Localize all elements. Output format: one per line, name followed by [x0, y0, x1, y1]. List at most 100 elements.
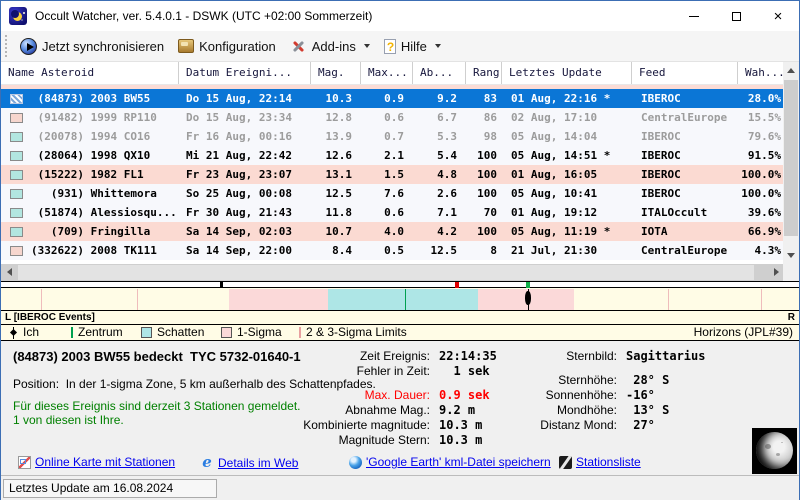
cell-ab: 12.5: [430, 244, 458, 257]
cell-feed: IBEROC: [641, 92, 681, 105]
table-row[interactable]: (332622) 2008 TK111 Sa 14 Sep, 22:00 8.4…: [1, 241, 785, 260]
minimize-button[interactable]: [673, 1, 715, 31]
vertical-scroll-thumb[interactable]: [784, 80, 798, 236]
cell-asteroid: (15222) 1982 FL1: [31, 168, 144, 181]
scroll-right-icon[interactable]: [774, 268, 779, 276]
cell-marker: [1, 203, 31, 222]
occult-watcher-window: Occult Watcher, ver. 5.4.0.1 - DSWK (UTC…: [0, 0, 800, 500]
col-header-ab[interactable]: Ab...: [413, 62, 466, 84]
cell-ab: 9.2: [437, 92, 457, 105]
addins-menu-button[interactable]: Add-ins: [283, 33, 377, 59]
sigma-limit-line: [668, 289, 669, 310]
sigma-swatch-icon: [221, 327, 232, 338]
col-header-rang[interactable]: Rang: [466, 62, 502, 84]
station-list-link[interactable]: Stationsliste: [559, 455, 641, 469]
field-value: 10.3 m: [439, 433, 483, 447]
table-row[interactable]: (91482) 1999 RP110 Do 15 Aug, 23:34 12.8…: [1, 108, 785, 127]
col-header-mag[interactable]: Mag.: [311, 62, 361, 84]
event-marker-icon: [9, 207, 23, 218]
my-station-pin-icon: [525, 291, 531, 305]
links-row: Online Karte mit Stationen e Details im …: [1, 453, 799, 475]
col-header-max[interactable]: Max...: [361, 62, 413, 84]
online-map-link[interactable]: Online Karte mit Stationen: [18, 455, 175, 469]
maximize-button[interactable]: [715, 1, 757, 31]
cell-wah: 66.9%: [747, 225, 781, 238]
minimize-icon: [689, 15, 699, 17]
table-row[interactable]: (931) Whittemora So 25 Aug, 00:08 12.5 7…: [1, 184, 785, 203]
field-value: -16°: [626, 388, 655, 402]
cell-asteroid: (709) Fringilla: [31, 225, 151, 238]
cell-marker: [1, 108, 31, 127]
cell-mag: 10.7: [325, 225, 353, 238]
shadow-path-timeline: [1, 281, 799, 311]
cell-mag: 10.3: [325, 92, 353, 105]
cell-letztes: 05 Aug, 11:19 *: [511, 225, 611, 238]
scrollbar-corner: [783, 264, 799, 281]
cell-max: 0.6: [384, 206, 404, 219]
cell-wah: 39.6%: [747, 206, 781, 219]
vertical-scrollbar[interactable]: [783, 62, 799, 264]
table-row[interactable]: (28064) 1998 QX10 Mi 21 Aug, 22:42 12.6 …: [1, 146, 785, 165]
sync-now-button[interactable]: Jetzt synchronisieren: [13, 33, 171, 59]
event-marker-icon: [9, 245, 23, 256]
cell-asteroid: (91482) 1999 RP110: [31, 111, 157, 124]
shadow-region: [328, 289, 478, 310]
table-row[interactable]: (709) Fringilla Sa 14 Sep, 02:03 10.7 4.…: [1, 222, 785, 241]
col-header-letztes-update[interactable]: Letztes Update: [502, 62, 632, 84]
field-label: Abnahme Mag.:: [345, 403, 430, 417]
table-row[interactable]: (15222) 1982 FL1 Fr 23 Aug, 23:07 13.1 1…: [1, 165, 785, 184]
event-marker-icon: [9, 188, 23, 199]
cell-letztes: 05 Aug, 14:04: [511, 130, 598, 143]
table-header-row: Name Asteroid Datum Ereigni... Mag. Max.…: [1, 62, 799, 85]
scroll-left-icon[interactable]: [7, 268, 12, 276]
cell-mag: 13.1: [325, 168, 353, 181]
help-icon: [383, 38, 396, 54]
google-earth-kml-link[interactable]: 'Google Earth' kml-Datei speichern: [349, 455, 551, 469]
table-row[interactable]: (51874) Alessiosqu... Fr 30 Aug, 21:43 1…: [1, 203, 785, 222]
sigma-limit-line: [41, 289, 42, 310]
cell-rang: 100: [477, 225, 497, 238]
web-details-link[interactable]: e Details im Web: [200, 455, 298, 470]
cell-ab: 6.7: [437, 111, 457, 124]
cell-max: 0.9: [384, 92, 404, 105]
horizontal-scrollbar[interactable]: [1, 264, 785, 281]
scroll-down-icon[interactable]: [787, 253, 795, 258]
col-header-datum[interactable]: Datum Ereigni...: [179, 62, 311, 84]
field-label: Zeit Ereignis:: [359, 349, 430, 363]
col-header-name-asteroid[interactable]: Name Asteroid: [1, 62, 179, 84]
cell-ab: 2.6: [437, 187, 457, 200]
cell-wah: 91.5%: [747, 149, 781, 162]
cell-feed: IBEROC: [641, 149, 681, 162]
horizontal-scroll-thumb[interactable]: [18, 265, 754, 280]
cell-datum: Do 15 Aug, 22:14: [186, 92, 292, 105]
google-earth-icon: [349, 455, 362, 469]
help-menu-button[interactable]: Hilfe: [377, 33, 448, 59]
scroll-up-icon[interactable]: [787, 68, 795, 73]
configuration-button[interactable]: Konfiguration: [171, 33, 283, 59]
legend-label: 1-Sigma: [237, 325, 282, 339]
cell-datum: Sa 14 Sep, 22:00: [186, 244, 292, 257]
timeline-tick-strip: [1, 282, 799, 288]
black-tick: [220, 282, 223, 288]
col-header-feed[interactable]: Feed: [632, 62, 738, 84]
cell-letztes: 01 Aug, 19:12: [511, 206, 598, 219]
close-button[interactable]: ×: [757, 1, 799, 31]
cell-asteroid: (28064) 1998 QX10: [31, 149, 151, 162]
map-icon: [18, 455, 31, 469]
toolbar-grip: [5, 35, 9, 57]
cell-marker: [1, 241, 31, 260]
center-line-icon: [71, 327, 73, 338]
table-row[interactable]: (84873) 2003 BW55 Do 15 Aug, 22:14 10.3 …: [1, 89, 785, 108]
cell-max: 4.0: [384, 225, 404, 238]
cell-rang: 70: [483, 206, 497, 219]
toolbar: Jetzt synchronisieren Konfiguration Add-…: [1, 31, 799, 62]
event-marker-icon: [9, 226, 23, 237]
table-row[interactable]: (20078) 1994 CO16 Fr 16 Aug, 00:16 13.9 …: [1, 127, 785, 146]
col-header-wahrscheinlichkeit[interactable]: Wah...: [738, 62, 785, 84]
cell-wah: 28.0%: [747, 92, 781, 105]
events-table: Name Asteroid Datum Ereigni... Mag. Max.…: [1, 62, 799, 281]
cell-asteroid: (84873) 2003 BW55: [31, 92, 151, 105]
field-label: Magnitude Stern:: [338, 433, 430, 447]
cell-ab: 5.3: [437, 130, 457, 143]
cell-wah: 100.0%: [741, 168, 781, 181]
